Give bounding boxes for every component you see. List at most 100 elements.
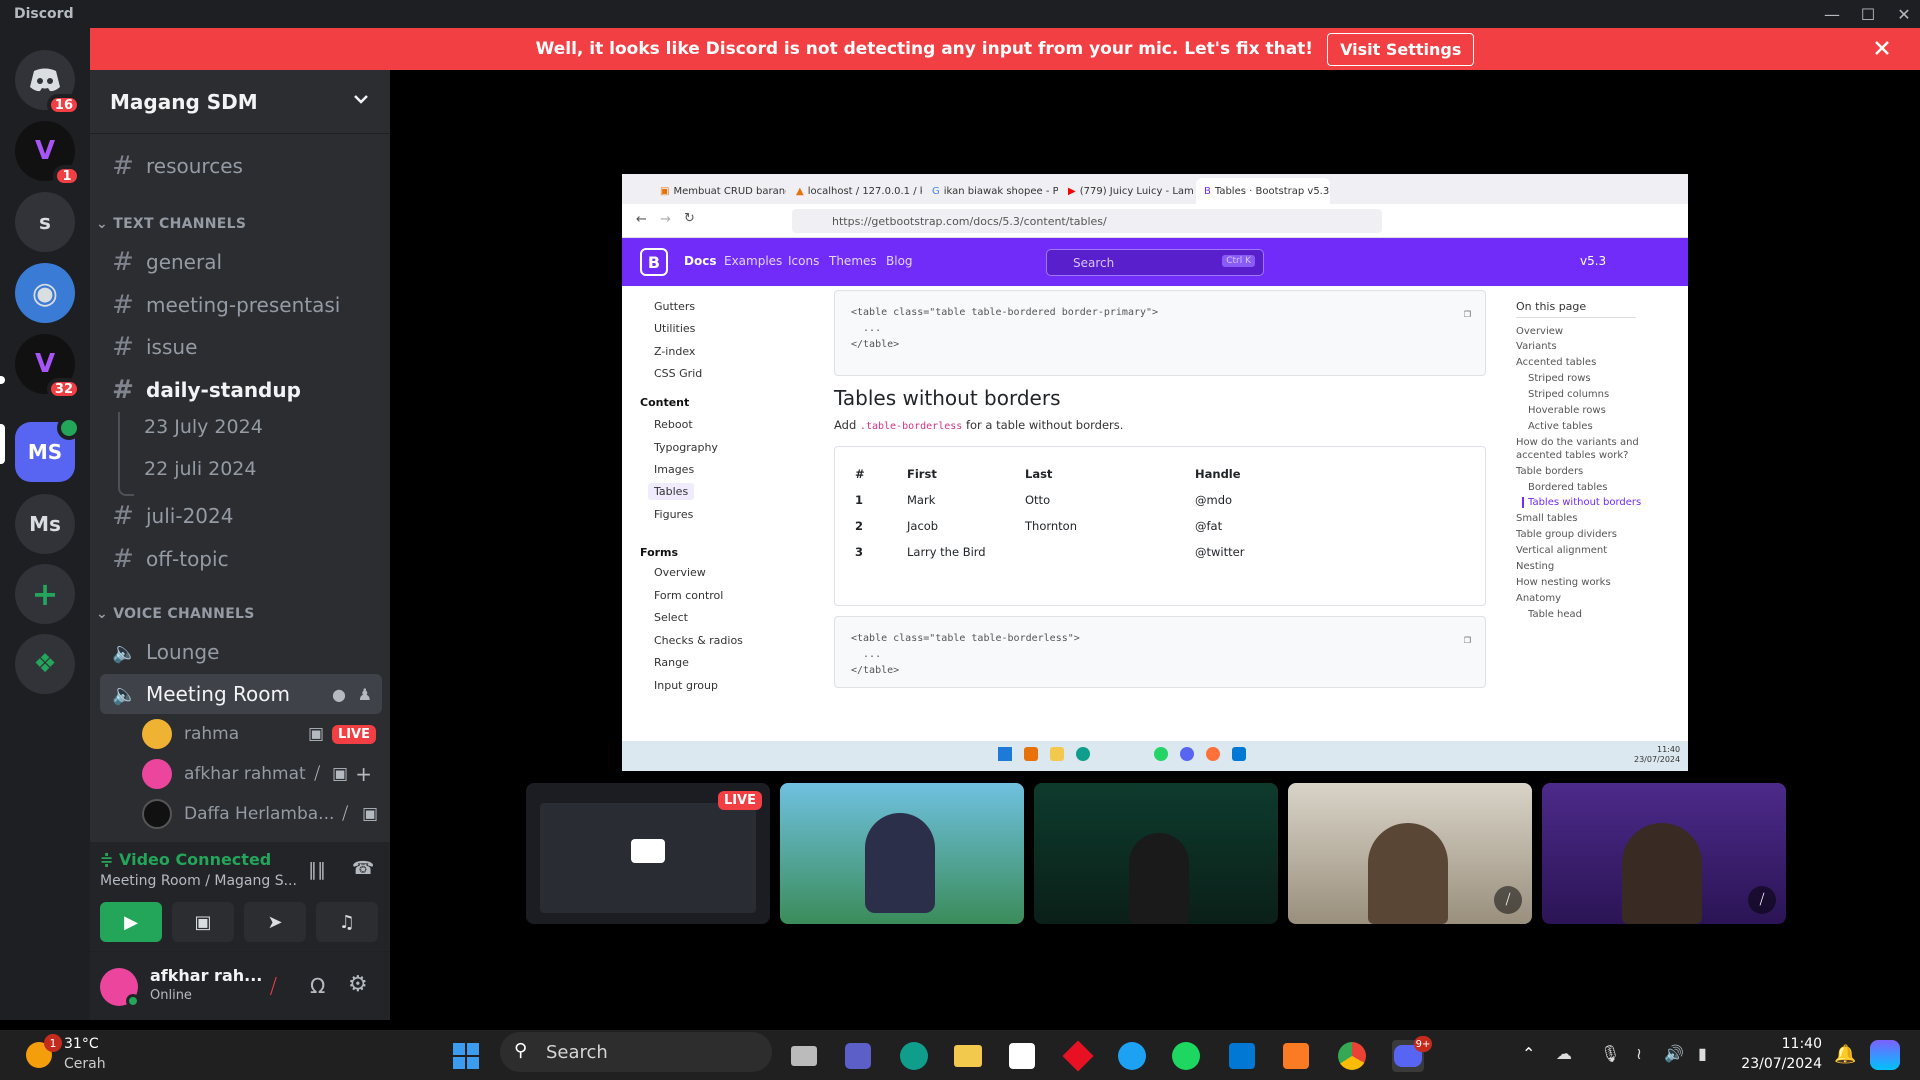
sidebar-link[interactable]: Reboot: [654, 418, 693, 431]
connection-status[interactable]: ≑ Video Connected: [100, 850, 271, 869]
user-name[interactable]: afkhar rah...: [150, 966, 262, 985]
toc-link[interactable]: Table head: [1528, 609, 1582, 620]
screen-share-view[interactable]: ▣ Membuat CRUD barang ▲ localhost / 127.0.…: [622, 174, 1688, 771]
voice-user-afkhar-rahmat[interactable]: afkhar rahmat ⧸ ▣ +: [142, 756, 382, 792]
sidebar-link[interactable]: Input group: [654, 679, 718, 692]
sidebar-link[interactable]: Select: [654, 611, 688, 624]
toc-link[interactable]: Anatomy: [1516, 593, 1561, 604]
toc-link[interactable]: How nesting works: [1516, 577, 1611, 588]
notification-bell-icon[interactable]: 🔔: [1834, 1044, 1856, 1065]
activities-button[interactable]: ➤: [244, 902, 306, 942]
toc-link[interactable]: Accented tables: [1516, 357, 1596, 368]
app-button[interactable]: [1062, 1040, 1094, 1072]
browser-tab[interactable]: Gikan biawak shopee - Penelu: [924, 178, 1058, 204]
copilot-icon[interactable]: [1870, 1040, 1900, 1070]
soundboard-button[interactable]: ♫: [316, 902, 378, 942]
xampp-button[interactable]: [1280, 1040, 1312, 1072]
channel-daily-standup[interactable]: # daily-standup: [100, 370, 382, 410]
volume-icon[interactable]: 🔊: [1664, 1044, 1684, 1063]
vscode-button[interactable]: [1226, 1040, 1258, 1072]
close-banner-icon[interactable]: [1872, 38, 1892, 58]
minimize-icon[interactable]: —: [1812, 0, 1852, 28]
chevron-up-icon[interactable]: ⌃: [1522, 1044, 1535, 1063]
bootstrap-logo-icon[interactable]: B: [640, 248, 668, 276]
channel-meeting-presentasi[interactable]: # meeting-presentasi: [100, 285, 382, 325]
channel-off-topic[interactable]: # off-topic: [100, 539, 382, 579]
thread-22-juli-2024[interactable]: 22 juli 2024: [144, 458, 257, 480]
text-channels-category[interactable]: ⌄ TEXT CHANNELS: [96, 216, 246, 232]
browser-tab-active[interactable]: B Tables · Bootstrap v5.3: [1196, 178, 1330, 204]
disconnect-icon[interactable]: ☎: [352, 858, 374, 879]
maximize-icon[interactable]: ☐: [1848, 0, 1888, 28]
channel-issue[interactable]: # issue: [100, 327, 382, 367]
task-view-button[interactable]: [788, 1040, 820, 1072]
participant-tile[interactable]: ⧸: [1288, 783, 1532, 924]
discord-button[interactable]: 9+: [1392, 1036, 1432, 1072]
onedrive-icon[interactable]: ☁: [1556, 1044, 1572, 1063]
version-dropdown[interactable]: v5.3: [1580, 254, 1606, 268]
app-button[interactable]: [1116, 1040, 1148, 1072]
sidebar-link-active[interactable]: Tables: [648, 483, 695, 500]
add-server-button[interactable]: +: [15, 564, 75, 624]
microphone-icon[interactable]: 🎙: [1600, 1044, 1620, 1063]
noise-suppression-icon[interactable]: ∥∥: [308, 860, 326, 881]
voice-user-daffa[interactable]: Daffa Herlamba... ⧸ ▣: [142, 796, 382, 832]
voice-channels-category[interactable]: ⌄ VOICE CHANNELS: [96, 606, 255, 622]
clock[interactable]: 11:40 23/07/2024: [1736, 1034, 1822, 1074]
nav-themes[interactable]: Themes: [829, 254, 877, 268]
forward-icon[interactable]: →: [660, 212, 671, 227]
toc-link[interactable]: accented tables work?: [1516, 450, 1628, 461]
toc-link[interactable]: Active tables: [1528, 421, 1593, 432]
participant-tile[interactable]: [780, 783, 1024, 924]
toc-link[interactable]: Striped columns: [1528, 389, 1609, 400]
taskbar-search[interactable]: ⚲ Search: [500, 1032, 772, 1072]
share-screen-button[interactable]: ▣: [172, 902, 234, 942]
channel-resources[interactable]: # resources: [100, 146, 382, 186]
browser-tab[interactable]: ▣ Membuat CRUD barang: [652, 178, 786, 204]
camera-button[interactable]: ▶: [100, 902, 162, 942]
close-window-icon[interactable]: ✕: [1884, 0, 1920, 28]
docs-search-input[interactable]: Search Ctrl K: [1046, 249, 1264, 276]
toc-link[interactable]: Table borders: [1516, 466, 1583, 477]
toc-link[interactable]: Variants: [1516, 341, 1557, 352]
nav-examples[interactable]: Examples: [724, 254, 782, 268]
participant-tile-stream[interactable]: LIVE: [526, 783, 770, 924]
toc-link[interactable]: Small tables: [1516, 513, 1578, 524]
server-icon-magang-sdm[interactable]: MS: [15, 416, 81, 482]
browser-tab[interactable]: ▶(779) Juicy Luicy - Lampu Ku: [1060, 178, 1194, 204]
voice-channel-lounge[interactable]: 🔈 Lounge: [100, 632, 382, 672]
server-icon-globe[interactable]: ◉: [15, 263, 75, 323]
file-explorer-button[interactable]: [952, 1040, 984, 1072]
gear-icon[interactable]: ⚙: [348, 972, 368, 997]
start-button[interactable]: [450, 1040, 482, 1072]
sidebar-link[interactable]: Overview: [654, 566, 706, 579]
browser-tab[interactable]: ▲localhost / 127.0.0.1 / kasir_a: [788, 178, 922, 204]
sidebar-link[interactable]: Checks & radios: [654, 634, 743, 647]
edge-button[interactable]: [898, 1040, 930, 1072]
spotify-button[interactable]: [1170, 1040, 1202, 1072]
server-header[interactable]: Magang SDM: [90, 70, 390, 134]
sidebar-link[interactable]: CSS Grid: [654, 367, 702, 380]
voice-channel-meeting-room[interactable]: 🔈 Meeting Room ● ♟: [100, 674, 382, 714]
nav-docs[interactable]: Docs: [684, 254, 716, 268]
headphones-icon[interactable]: Ω: [310, 974, 325, 998]
invite-icon[interactable]: ♟: [358, 685, 372, 704]
sidebar-link[interactable]: Gutters: [654, 300, 695, 313]
sidebar-link[interactable]: Typography: [654, 441, 718, 454]
teams-button[interactable]: [842, 1040, 874, 1072]
url-field[interactable]: https://getbootstrap.com/docs/5.3/conten…: [792, 209, 1382, 233]
plus-icon[interactable]: +: [355, 762, 372, 786]
back-icon[interactable]: ←: [636, 212, 647, 227]
direct-messages-button[interactable]: 16: [15, 50, 81, 116]
copy-icon[interactable]: ❐: [1464, 631, 1471, 647]
toc-link[interactable]: Vertical alignment: [1516, 545, 1607, 556]
connection-subtitle[interactable]: Meeting Room / Magang S...: [100, 873, 297, 889]
store-button[interactable]: [1006, 1040, 1038, 1072]
thread-23-july-2024[interactable]: 23 July 2024: [144, 416, 263, 438]
sidebar-link[interactable]: Form control: [654, 589, 723, 602]
toc-link[interactable]: Bordered tables: [1528, 482, 1608, 493]
channel-juli-2024[interactable]: # juli-2024: [100, 496, 382, 536]
weather-icon[interactable]: 1: [26, 1034, 62, 1068]
sidebar-link[interactable]: Utilities: [654, 322, 695, 335]
toc-link[interactable]: Nesting: [1516, 561, 1554, 572]
